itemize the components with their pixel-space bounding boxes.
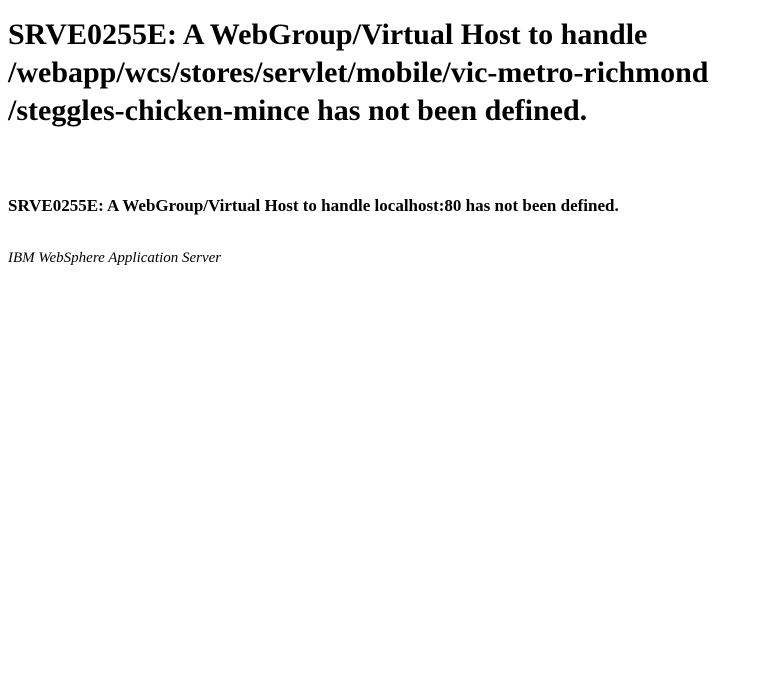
error-heading: SRVE0255E: A WebGroup/Virtual Host to ha… xyxy=(8,16,758,130)
server-signature: IBM WebSphere Application Server xyxy=(8,250,222,266)
error-heading-line-2: /webapp/wcs/stores/servlet/mobile/vic-me… xyxy=(8,56,709,89)
error-heading-line-3: /steggles-chicken-mince has not been def… xyxy=(8,94,588,127)
error-subheading: SRVE0255E: A WebGroup/Virtual Host to ha… xyxy=(8,196,619,215)
error-heading-line-1: SRVE0255E: A WebGroup/Virtual Host to ha… xyxy=(8,18,648,51)
